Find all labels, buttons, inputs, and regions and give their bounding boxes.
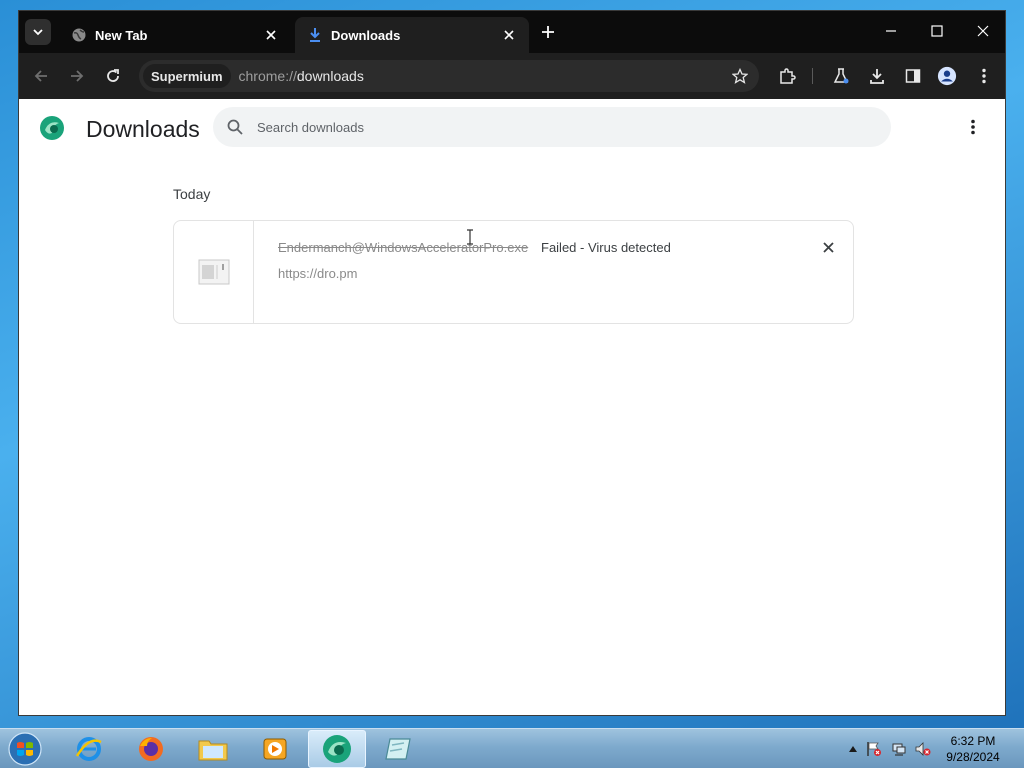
extensions-button[interactable] [777, 66, 797, 86]
firefox-icon [139, 737, 163, 761]
file-thumbnail [174, 221, 254, 323]
back-button[interactable] [31, 66, 51, 86]
source-url-link[interactable]: https://dro.pm [278, 266, 357, 281]
new-tab-button[interactable] [539, 23, 557, 41]
close-tab-button[interactable] [501, 27, 517, 43]
close-icon [822, 241, 834, 253]
tray-network[interactable] [891, 741, 907, 757]
search-bar[interactable] [213, 107, 891, 147]
start-button[interactable] [6, 731, 44, 767]
download-icon [307, 27, 323, 43]
more-vert-icon [982, 68, 986, 84]
labs-button[interactable] [831, 66, 851, 86]
profile-button[interactable] [937, 66, 957, 86]
toolbar-divider [812, 68, 813, 84]
downloads-menu-button[interactable] [963, 117, 983, 137]
tray-volume[interactable] [915, 741, 931, 757]
downloads-page: Downloads Today Endermanch@WindowsAccele… [19, 99, 1005, 715]
close-tab-button[interactable] [263, 27, 279, 43]
supermium-logo-icon [323, 735, 351, 763]
text-cursor-icon [467, 229, 473, 245]
system-clock[interactable]: 6:32 PM 9/28/2024 [934, 733, 1012, 765]
tab-title: Downloads [331, 27, 401, 43]
maximize-icon [931, 25, 943, 37]
globe-icon [71, 27, 87, 43]
chevron-up-icon [849, 746, 857, 752]
internet-explorer-icon [75, 737, 102, 761]
arrow-left-icon [34, 70, 47, 82]
flag-alert-icon [867, 742, 881, 756]
download-status: Failed - Virus detected [541, 240, 671, 255]
side-panel-icon [905, 69, 921, 83]
close-icon [504, 30, 514, 40]
supermium-logo-icon [40, 116, 64, 140]
profile-icon [937, 66, 957, 86]
maximize-button[interactable] [927, 21, 947, 41]
minimize-icon [886, 30, 896, 32]
network-icon [892, 743, 906, 756]
tab-new-tab[interactable]: New Tab [59, 17, 291, 53]
bookmark-button[interactable] [731, 67, 749, 85]
clock-time: 6:32 PM [950, 734, 996, 748]
minimize-button[interactable] [881, 21, 901, 41]
tray-action-center[interactable] [866, 741, 882, 757]
flask-icon [833, 68, 849, 84]
reload-button[interactable] [103, 66, 123, 86]
side-panel-button[interactable] [903, 66, 923, 86]
close-icon [977, 25, 989, 37]
search-input[interactable] [257, 119, 857, 135]
forward-button[interactable] [67, 66, 87, 86]
file-name-link[interactable]: Endermanch@WindowsAcceleratorPro.exe [278, 240, 528, 255]
taskbar-media-player[interactable] [246, 730, 304, 768]
chevron-down-icon [33, 29, 43, 36]
file-icon [198, 259, 229, 285]
reload-icon [107, 69, 119, 82]
downloads-button[interactable] [867, 66, 887, 86]
volume-muted-icon [915, 742, 931, 756]
tab-search-button[interactable] [25, 19, 51, 45]
search-icon [225, 117, 245, 137]
taskbar-file-explorer[interactable] [184, 730, 242, 768]
puzzle-icon [780, 68, 796, 84]
taskbar: 6:32 PM 9/28/2024 [0, 728, 1024, 768]
taskbar-internet-explorer[interactable] [60, 730, 118, 768]
remove-download-button[interactable] [819, 238, 837, 256]
browser-menu-button[interactable] [974, 66, 994, 86]
close-icon [266, 30, 276, 40]
browser-window: New Tab Downloads Supermium chrome://dow… [18, 10, 1006, 716]
tab-title: New Tab [95, 27, 148, 43]
taskbar-supermium[interactable] [308, 730, 366, 768]
media-player-icon [263, 738, 287, 760]
windows-logo-icon [8, 732, 42, 766]
download-item: Endermanch@WindowsAcceleratorPro.exe Fai… [173, 220, 854, 324]
address-bar[interactable]: Supermium chrome://downloads [139, 60, 759, 92]
app-window-icon [385, 738, 411, 760]
taskbar-app[interactable] [370, 730, 428, 768]
site-chip[interactable]: Supermium [143, 64, 231, 88]
folder-icon [198, 740, 228, 761]
download-icon [870, 69, 884, 84]
clock-date: 9/28/2024 [946, 750, 1000, 764]
arrow-right-icon [71, 70, 84, 82]
url-text[interactable]: chrome://downloads [239, 68, 364, 84]
plus-icon [542, 26, 554, 38]
close-window-button[interactable] [973, 21, 993, 41]
tab-strip: New Tab Downloads [19, 11, 1005, 53]
more-vert-icon [971, 119, 975, 135]
browser-toolbar: Supermium chrome://downloads [19, 53, 1005, 99]
tray-expand-button[interactable] [845, 741, 861, 757]
page-title: Downloads [86, 116, 200, 142]
date-header: Today [173, 186, 211, 202]
star-icon [732, 68, 748, 84]
taskbar-firefox[interactable] [122, 730, 180, 768]
tab-downloads[interactable]: Downloads [295, 17, 529, 53]
